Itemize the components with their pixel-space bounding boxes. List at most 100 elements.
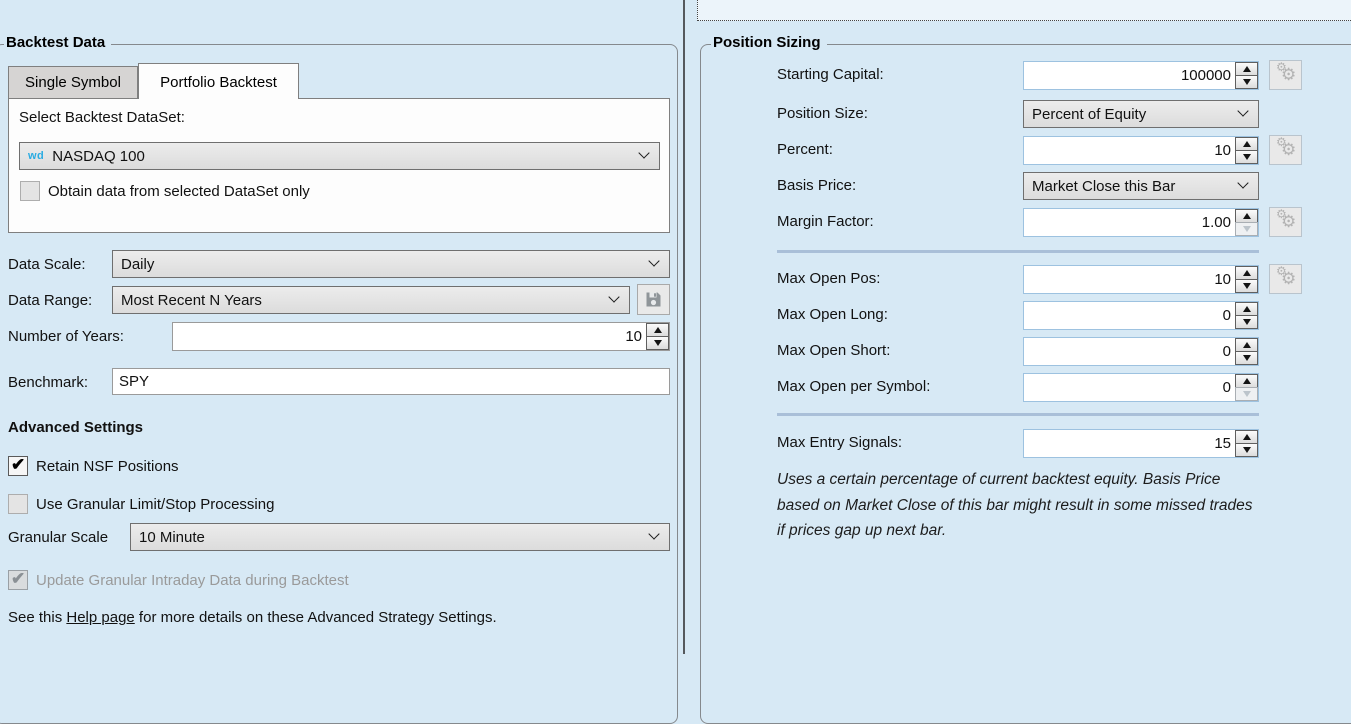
data-scale-value: Daily — [121, 256, 154, 273]
down-arrow-icon — [654, 340, 662, 346]
max-open-per-symbol-value[interactable]: 0 — [1024, 374, 1235, 401]
up-arrow-icon — [1243, 342, 1251, 348]
tab-portfolio-backtest[interactable]: Portfolio Backtest — [138, 63, 299, 99]
benchmark-input[interactable]: SPY — [112, 368, 670, 395]
up-arrow-icon — [654, 327, 662, 333]
dataset-dropdown[interactable]: wd NASDAQ 100 — [19, 142, 660, 170]
spin-down-button — [1235, 222, 1258, 236]
position-size-value: Percent of Equity — [1032, 106, 1146, 123]
starting-capital-settings-button[interactable] — [1269, 60, 1302, 90]
margin-factor-settings-button[interactable] — [1269, 207, 1302, 237]
gear-icon — [1270, 136, 1301, 164]
percent-value[interactable]: 10 — [1024, 137, 1235, 164]
basis-price-value: Market Close this Bar — [1032, 178, 1175, 195]
down-arrow-icon — [1243, 79, 1251, 85]
spin-up-button[interactable] — [1235, 62, 1258, 76]
margin-factor-label: Margin Factor: — [777, 213, 874, 230]
tab-portfolio-backtest-label: Portfolio Backtest — [160, 74, 277, 91]
save-range-button[interactable] — [637, 284, 670, 315]
chevron-down-icon — [1237, 177, 1248, 188]
max-open-long-label: Max Open Long: — [777, 306, 888, 323]
obtain-data-checkbox-label: Obtain data from selected DataSet only — [48, 183, 310, 200]
spin-up-button[interactable] — [1235, 430, 1258, 444]
data-scale-dropdown[interactable]: Daily — [112, 250, 670, 278]
max-entry-signals-spinner[interactable]: 15 — [1023, 429, 1259, 458]
chevron-down-icon — [648, 528, 659, 539]
select-dataset-label: Select Backtest DataSet: — [19, 109, 185, 126]
data-range-label: Data Range: — [8, 292, 92, 309]
data-range-dropdown[interactable]: Most Recent N Years — [112, 286, 630, 314]
down-arrow-icon — [1243, 283, 1251, 289]
up-arrow-icon — [1243, 66, 1251, 72]
up-arrow-icon — [1243, 213, 1251, 219]
spin-up-button[interactable] — [1235, 209, 1258, 223]
data-range-value: Most Recent N Years — [121, 292, 262, 309]
max-open-short-spinner[interactable]: 0 — [1023, 337, 1259, 366]
pane-splitter[interactable] — [683, 0, 685, 654]
percent-spinner[interactable]: 10 — [1023, 136, 1259, 165]
max-entry-signals-value[interactable]: 15 — [1024, 430, 1235, 457]
backtest-settings-window: { "window": { "bg_color": "#d7e9f5" }, "… — [0, 0, 1351, 654]
max-open-short-value[interactable]: 0 — [1024, 338, 1235, 365]
spin-up-button[interactable] — [1235, 266, 1258, 280]
max-open-pos-spinner[interactable]: 10 — [1023, 265, 1259, 294]
dataset-dropdown-value: NASDAQ 100 — [52, 148, 145, 165]
granular-limit-checkbox[interactable] — [8, 494, 28, 514]
save-icon — [645, 291, 662, 308]
chevron-down-icon — [638, 147, 649, 158]
collapsed-pane-edge[interactable] — [697, 0, 1351, 21]
down-arrow-icon — [1243, 226, 1251, 232]
max-open-pos-value[interactable]: 10 — [1024, 266, 1235, 293]
margin-factor-spinner[interactable]: 1.00 — [1023, 208, 1259, 237]
max-open-pos-settings-button[interactable] — [1269, 264, 1302, 294]
down-arrow-icon — [1243, 391, 1251, 397]
tab-single-symbol[interactable]: Single Symbol — [8, 66, 138, 99]
spin-down-button[interactable] — [1235, 443, 1258, 457]
position-sizing-title: Position Sizing — [711, 34, 827, 51]
retain-nsf-checkbox[interactable] — [8, 456, 28, 476]
spin-up-button[interactable] — [1235, 338, 1258, 352]
max-entry-signals-label: Max Entry Signals: — [777, 434, 902, 451]
number-of-years-spinner[interactable]: 10 — [172, 322, 670, 351]
max-open-short-label: Max Open Short: — [777, 342, 890, 359]
spin-down-button[interactable] — [1235, 279, 1258, 293]
up-arrow-icon — [1243, 270, 1251, 276]
starting-capital-value[interactable]: 100000 — [1024, 62, 1235, 89]
help-text-prefix: See this — [8, 609, 66, 626]
percent-settings-button[interactable] — [1269, 135, 1302, 165]
starting-capital-spinner[interactable]: 100000 — [1023, 61, 1259, 90]
granular-scale-dropdown[interactable]: 10 Minute — [130, 523, 670, 551]
max-open-per-symbol-spinner[interactable]: 0 — [1023, 373, 1259, 402]
margin-factor-value[interactable]: 1.00 — [1024, 209, 1235, 236]
wd-logo-icon: wd — [28, 150, 44, 162]
chevron-down-icon — [1237, 105, 1248, 116]
spin-up-button[interactable] — [1235, 302, 1258, 316]
spin-up-button[interactable] — [1235, 137, 1258, 151]
number-of-years-label: Number of Years: — [8, 328, 124, 345]
obtain-data-checkbox[interactable] — [20, 181, 40, 201]
section-divider — [777, 250, 1259, 253]
spin-down-button[interactable] — [1235, 150, 1258, 164]
basis-price-dropdown[interactable]: Market Close this Bar — [1023, 172, 1259, 200]
spin-up-button[interactable] — [1235, 374, 1258, 388]
position-sizing-note: Uses a certain percentage of current bac… — [777, 467, 1264, 544]
spin-down-button[interactable] — [646, 336, 669, 350]
position-size-label: Position Size: — [777, 105, 868, 122]
up-arrow-icon — [1243, 141, 1251, 147]
spin-down-button[interactable] — [1235, 75, 1258, 89]
spin-up-button[interactable] — [646, 323, 669, 337]
starting-capital-label: Starting Capital: — [777, 66, 884, 83]
number-of-years-value[interactable]: 10 — [173, 323, 646, 350]
position-size-dropdown[interactable]: Percent of Equity — [1023, 100, 1259, 128]
help-text: See this Help page for more details on t… — [8, 609, 497, 626]
help-page-link[interactable]: Help page — [66, 609, 134, 626]
section-divider — [777, 413, 1259, 416]
spin-down-button[interactable] — [1235, 315, 1258, 329]
portfolio-backtest-tab-panel: Select Backtest DataSet: wd NASDAQ 100 O… — [8, 98, 670, 233]
max-open-long-spinner[interactable]: 0 — [1023, 301, 1259, 330]
spin-down-button[interactable] — [1235, 351, 1258, 365]
basis-price-label: Basis Price: — [777, 177, 856, 194]
max-open-per-symbol-label: Max Open per Symbol: — [777, 378, 930, 395]
up-arrow-icon — [1243, 378, 1251, 384]
max-open-long-value[interactable]: 0 — [1024, 302, 1235, 329]
